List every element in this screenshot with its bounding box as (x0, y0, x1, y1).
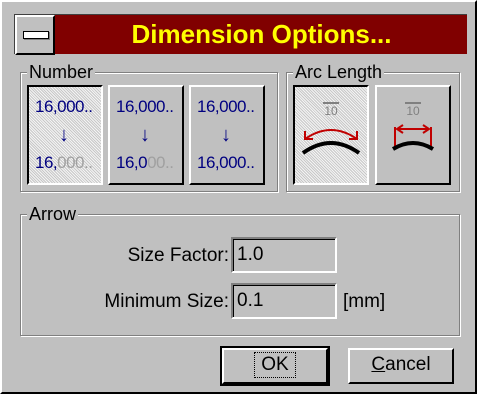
window-title: Dimension Options... (131, 19, 392, 49)
ok-button-label: OK (254, 352, 296, 378)
arc-length-group-title: Arc Length (293, 62, 385, 82)
number-sample-bottom: 16,000.. (116, 153, 174, 172)
size-factor-field[interactable]: 1.0 (231, 237, 337, 273)
number-group: Number 16,000.. ↓ 16,000.. 16,000.. ↓ 16… (20, 62, 278, 192)
down-arrow-icon: ↓ (140, 124, 150, 146)
cancel-button-label: Cancel (371, 354, 431, 375)
system-menu-button[interactable] (15, 15, 55, 55)
arc-length-group: Arc Length 10 10 (286, 62, 460, 192)
number-sample-bottom: 16,000.. (197, 153, 255, 172)
arc-dimension-icon: 10 (301, 102, 361, 155)
number-group-title: Number (27, 62, 96, 82)
straight-dimension-icon: 10 (391, 102, 435, 151)
down-arrow-icon: ↓ (59, 124, 69, 146)
down-arrow-icon: ↓ (221, 124, 231, 146)
arrow-group: Arrow Size Factor: 1.0 Minimum Size: 0.1… (20, 204, 460, 336)
system-menu-icon (23, 31, 49, 39)
cancel-button[interactable]: Cancel (348, 348, 454, 384)
svg-text:10: 10 (406, 104, 420, 118)
number-format-option-1[interactable]: 16,000.. ↓ 16,000.. (27, 85, 103, 185)
number-format-option-2[interactable]: 16,000.. ↓ 16,000.. (108, 85, 184, 185)
dialog-window: Dimension Options... Number 16,000.. ↓ 1… (0, 0, 477, 394)
minimum-size-field[interactable]: 0.1 (231, 283, 337, 319)
arrow-group-title: Arrow (27, 204, 79, 224)
arc-length-option-2[interactable]: 10 (375, 85, 451, 185)
minimum-size-label: Minimum Size: (104, 291, 229, 312)
number-sample-bottom: 16,000.. (35, 153, 93, 172)
number-sample-top: 16,000.. (116, 97, 174, 116)
ok-button[interactable]: OK (220, 346, 330, 386)
title-bar[interactable]: Dimension Options... (14, 14, 467, 55)
size-factor-label: Size Factor: (127, 245, 229, 266)
number-sample-top: 16,000.. (35, 97, 93, 116)
arc-length-option-1[interactable]: 10 (293, 85, 369, 185)
number-sample-top: 16,000.. (197, 97, 255, 116)
number-format-option-3[interactable]: 16,000.. ↓ 16,000.. (189, 85, 265, 185)
svg-text:10: 10 (324, 104, 338, 118)
unit-label: [mm] (343, 291, 386, 312)
